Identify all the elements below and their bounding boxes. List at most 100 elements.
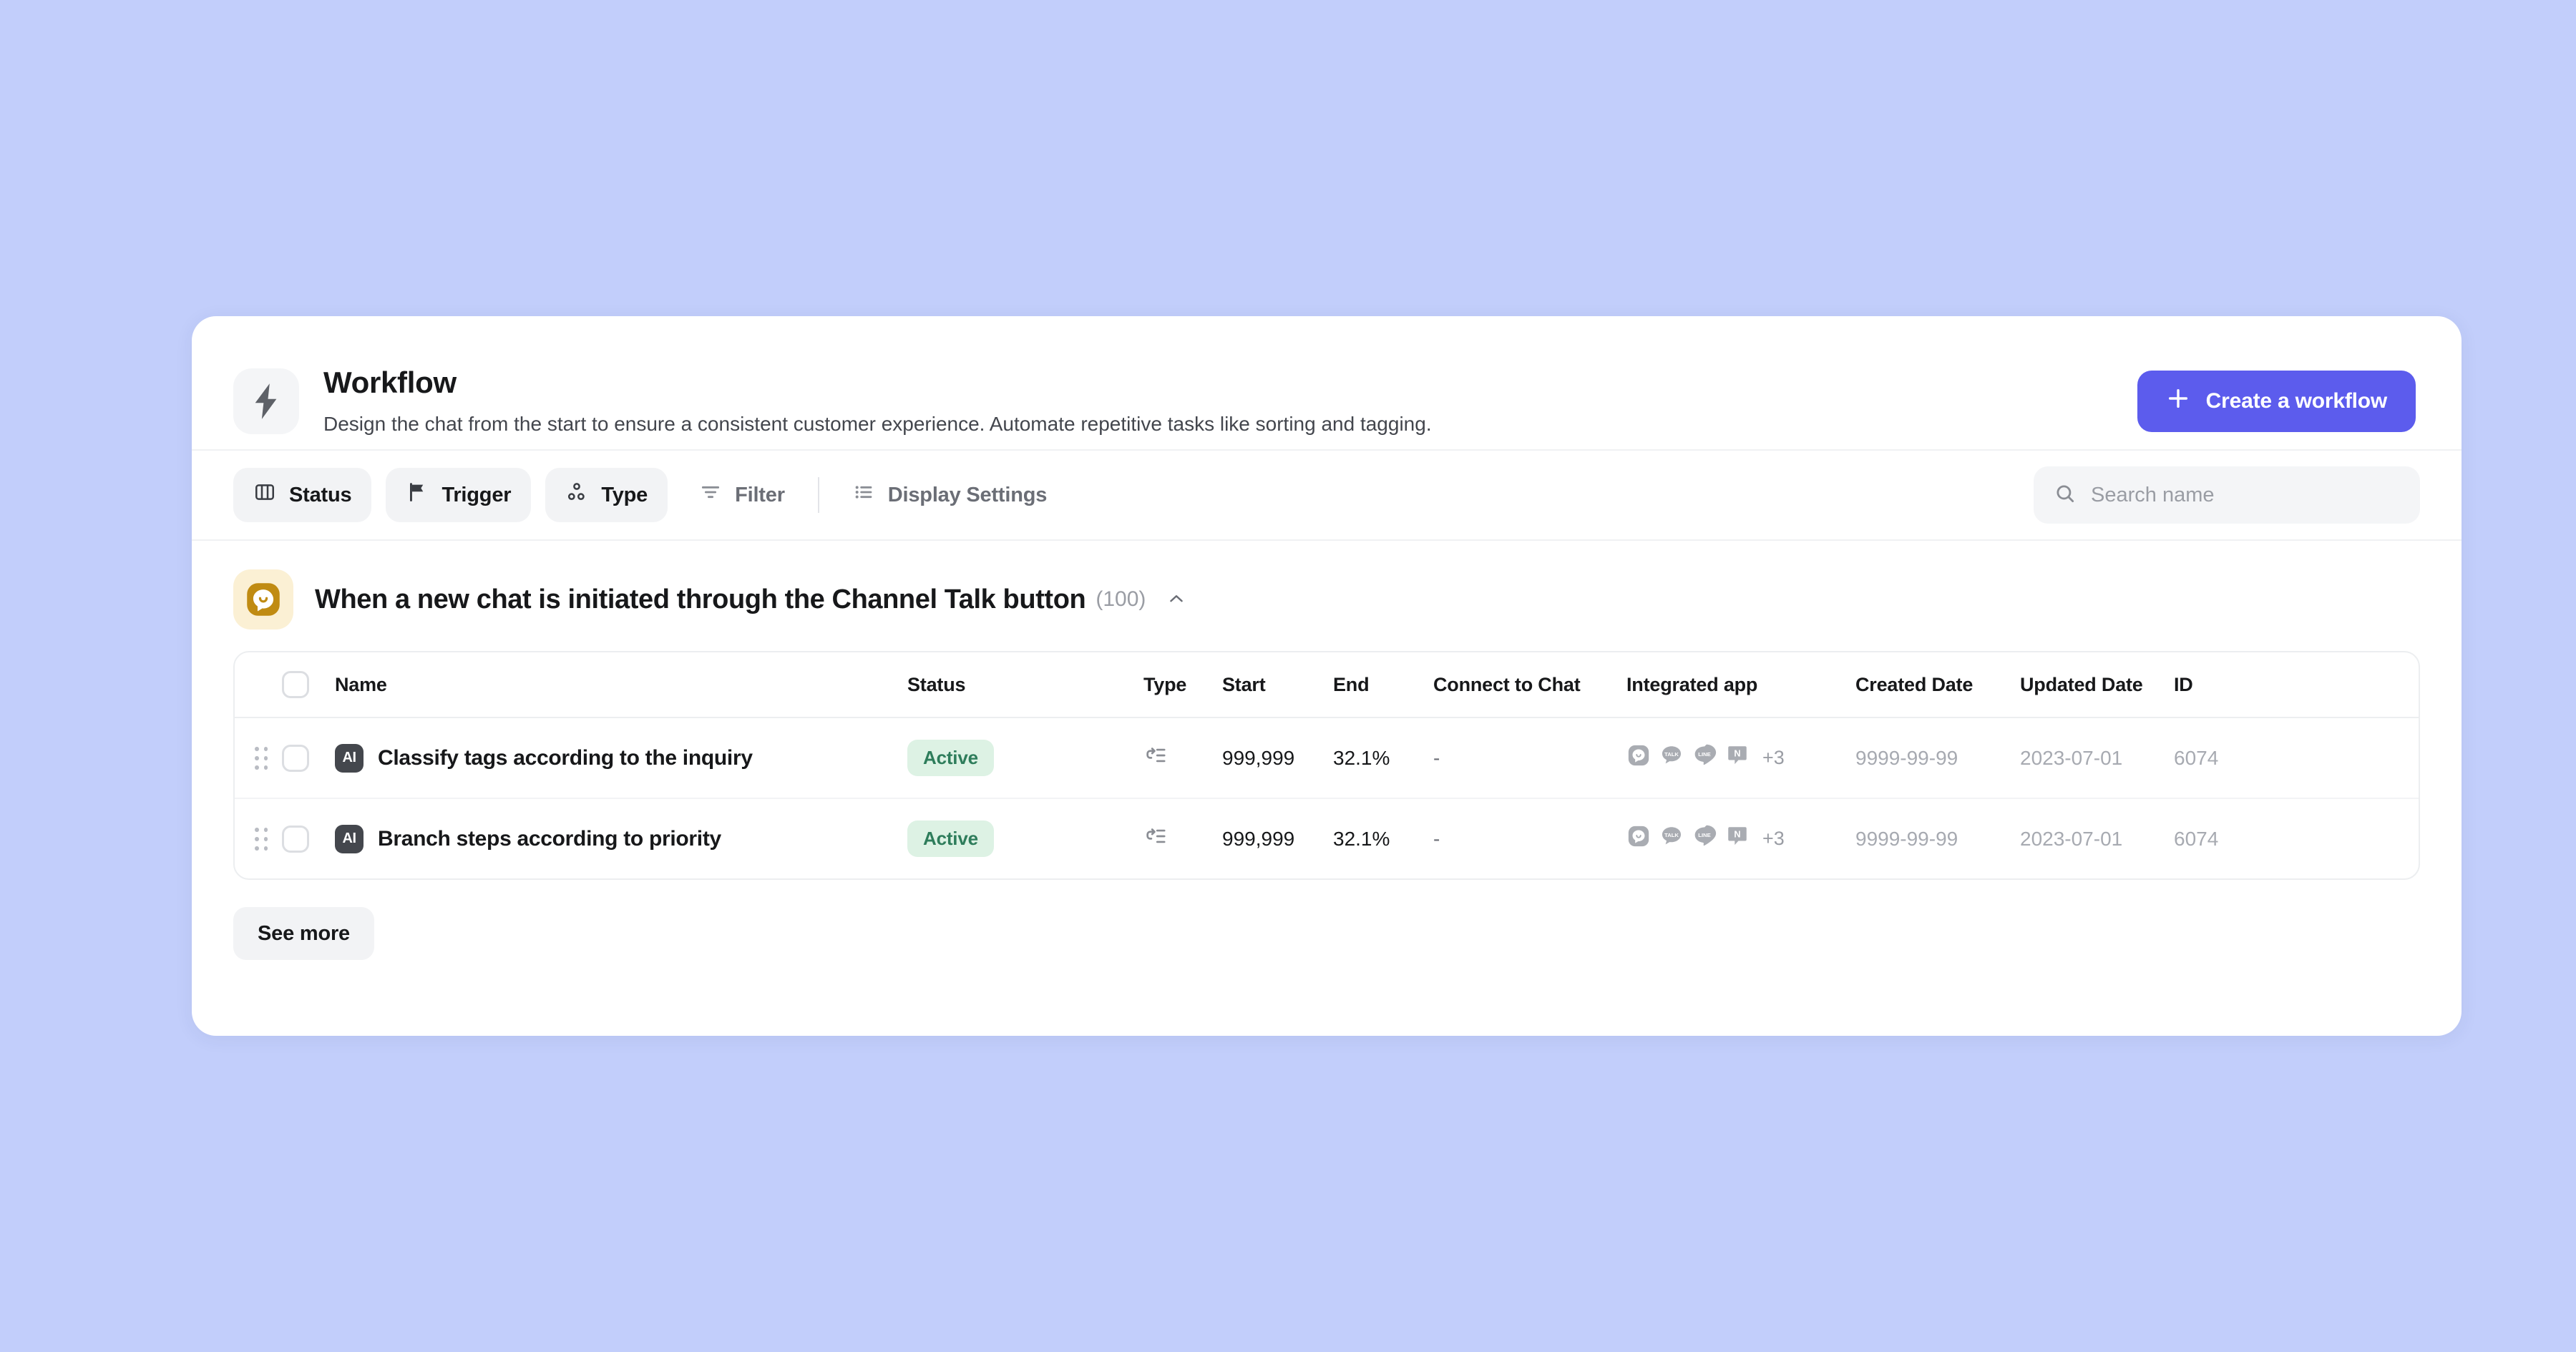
- row-integrated-apps: TALK LINE N +3: [1626, 798, 1855, 878]
- ai-badge: AI: [335, 824, 364, 853]
- kakaotalk-app-icon: TALK: [1659, 743, 1684, 773]
- row-drag-cell: [235, 717, 282, 799]
- th-integrated-app[interactable]: Integrated app: [1626, 652, 1855, 718]
- row-created-date: 9999-99-99: [1855, 717, 2020, 799]
- row-updated-date: 2023-07-01: [2020, 717, 2174, 799]
- th-status[interactable]: Status: [907, 652, 1143, 718]
- svg-text:TALK: TALK: [1664, 751, 1679, 758]
- row-updated-date: 2023-07-01: [2020, 827, 2123, 850]
- flag-icon: [406, 481, 429, 509]
- row-checkbox[interactable]: [282, 825, 309, 853]
- kakaotalk-app-icon: TALK: [1659, 824, 1684, 853]
- row-end: 32.1%: [1333, 827, 1390, 850]
- drag-handle-icon[interactable]: [255, 746, 268, 770]
- filter-button-label: Filter: [735, 483, 785, 506]
- row-status-cell: Active: [907, 717, 1143, 799]
- drag-handle-icon[interactable]: [255, 827, 268, 851]
- svg-text:N: N: [1734, 748, 1740, 758]
- filter-chip-trigger[interactable]: Trigger: [386, 468, 532, 522]
- search-icon: [2054, 482, 2077, 509]
- ai-badge: AI: [335, 743, 364, 773]
- th-drag: [235, 652, 282, 718]
- svg-text:LINE: LINE: [1698, 832, 1710, 838]
- table-header-row: Name Status Type Start End Connect to Ch…: [235, 652, 2419, 718]
- th-select-all: [282, 652, 335, 718]
- page-description: Design the chat from the start to ensure…: [323, 412, 1432, 435]
- table-footer: See more: [192, 880, 2462, 960]
- group-count: (100): [1096, 587, 1146, 611]
- row-type-cell: [1143, 798, 1222, 878]
- naver-app-icon: N: [1725, 743, 1750, 773]
- row-name-cell: AI Branch steps according to priority: [335, 798, 907, 878]
- filter-toolbar: Status Trigger Type Filter Display Setti…: [192, 451, 2462, 541]
- branch-to-list-icon: [1143, 748, 1168, 772]
- integrated-apps-overflow[interactable]: +3: [1762, 828, 1785, 850]
- svg-text:TALK: TALK: [1664, 832, 1679, 838]
- workflow-card: Workflow Design the chat from the start …: [192, 316, 2462, 1036]
- row-type-cell: [1143, 717, 1222, 799]
- see-more-button[interactable]: See more: [233, 907, 374, 960]
- create-workflow-label: Create a workflow: [2205, 389, 2388, 413]
- status-badge: Active: [907, 820, 994, 857]
- integrated-apps-overflow[interactable]: +3: [1762, 747, 1785, 769]
- channel-talk-logo: [233, 569, 293, 630]
- table-row[interactable]: AI Branch steps according to priority Ac…: [235, 798, 2419, 878]
- row-drag-cell: [235, 798, 282, 878]
- naver-app-icon: N: [1725, 824, 1750, 853]
- row-connect-to-chat: -: [1433, 717, 1626, 799]
- search-box[interactable]: [2034, 466, 2420, 524]
- th-created-date[interactable]: Created Date: [1855, 652, 2020, 718]
- row-id: 6074: [2174, 827, 2219, 850]
- th-name[interactable]: Name: [335, 652, 907, 718]
- list-settings-icon: [852, 481, 875, 509]
- row-name-cell: AI Classify tags according to the inquir…: [335, 717, 907, 799]
- row-select-cell: [282, 717, 335, 799]
- page-title: Workflow: [323, 366, 457, 400]
- line-app-icon: LINE: [1692, 824, 1717, 853]
- workflow-name[interactable]: Branch steps according to priority: [378, 827, 721, 851]
- workflow-name[interactable]: Classify tags according to the inquiry: [378, 746, 753, 770]
- create-workflow-button[interactable]: Create a workflow: [2137, 371, 2416, 432]
- plus-icon: [2166, 386, 2190, 416]
- filter-button[interactable]: Filter: [682, 468, 802, 522]
- th-type[interactable]: Type: [1143, 652, 1222, 718]
- group-collapse-toggle[interactable]: [1160, 582, 1193, 617]
- th-updated-date[interactable]: Updated Date: [2020, 652, 2174, 718]
- chevron-up-icon: [1166, 588, 1187, 612]
- table-row[interactable]: AI Classify tags according to the inquir…: [235, 717, 2419, 799]
- display-settings-button[interactable]: Display Settings: [835, 468, 1064, 522]
- row-end: 32.1%: [1333, 717, 1433, 799]
- display-settings-label: Display Settings: [887, 483, 1048, 506]
- group-title: When a new chat is initiated through the…: [315, 584, 1086, 614]
- filter-chip-trigger-label: Trigger: [441, 483, 512, 506]
- nodes-icon: [565, 481, 588, 509]
- columns-icon: [253, 481, 276, 509]
- th-start[interactable]: Start: [1222, 652, 1333, 718]
- select-all-checkbox[interactable]: [282, 671, 309, 698]
- row-start: 999,999: [1222, 717, 1333, 799]
- search-input[interactable]: [2091, 483, 2400, 507]
- status-badge: Active: [907, 740, 994, 776]
- branch-to-list-icon: [1143, 828, 1168, 853]
- th-end[interactable]: End: [1333, 652, 1433, 718]
- filter-chip-status-label: Status: [289, 483, 352, 506]
- channel-talk-app-icon: [1626, 824, 1651, 853]
- row-start: 999,999: [1222, 827, 1295, 850]
- th-id[interactable]: ID: [2174, 652, 2419, 718]
- filter-chip-type-label: Type: [601, 483, 648, 506]
- filter-chip-type[interactable]: Type: [545, 468, 668, 522]
- workflow-table: Name Status Type Start End Connect to Ch…: [233, 651, 2420, 880]
- row-checkbox[interactable]: [282, 744, 309, 772]
- line-app-icon: LINE: [1692, 743, 1717, 773]
- group-header: When a new chat is initiated through the…: [192, 541, 2462, 651]
- channel-talk-app-icon: [1626, 743, 1651, 773]
- svg-text:LINE: LINE: [1698, 751, 1710, 758]
- toolbar-divider: [817, 477, 819, 513]
- th-connect-to-chat[interactable]: Connect to Chat: [1433, 652, 1626, 718]
- card-header: Workflow Design the chat from the start …: [192, 316, 2462, 451]
- filter-chip-status[interactable]: Status: [233, 468, 372, 522]
- svg-text:N: N: [1734, 828, 1740, 839]
- row-select-cell: [282, 798, 335, 878]
- lightning-bolt-icon: [233, 368, 299, 434]
- row-status-cell: Active: [907, 798, 1143, 878]
